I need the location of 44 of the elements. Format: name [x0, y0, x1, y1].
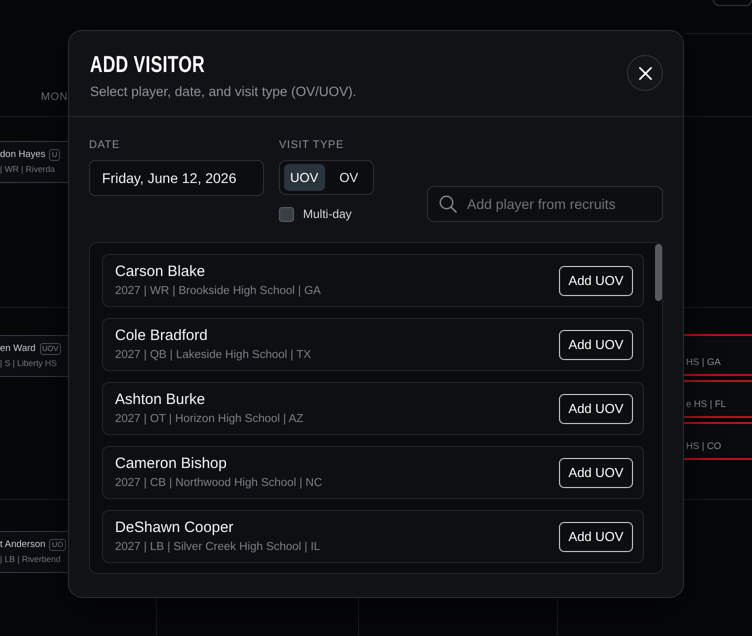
multi-day-label: Multi-day [303, 207, 352, 222]
dialog-subtitle: Select player, date, and visit type (OV/UOV). [90, 83, 356, 101]
close-icon [638, 66, 652, 80]
player-name: DeShawn Cooper [115, 518, 234, 536]
dialog-title: ADD VISITOR [90, 51, 205, 77]
date-field[interactable]: Friday, June 12, 2026 [89, 160, 264, 196]
day-header: MON [40, 90, 68, 104]
toolbar-button[interactable] [713, 0, 752, 6]
event-name: t Anderson [0, 538, 46, 551]
add-button[interactable]: Add UOV [559, 458, 633, 488]
add-button[interactable]: Add UOV [559, 330, 633, 360]
player-details: 2027 | OT | Horizon High School | AZ [115, 412, 304, 426]
visit-type-label: VISIT TYPE [279, 138, 345, 152]
search-icon [439, 195, 457, 213]
visit-type-option[interactable]: UOV [284, 164, 324, 191]
visit-type-option[interactable]: OV [328, 164, 369, 191]
event-card[interactable]: HS | GA [684, 334, 752, 376]
event-details: | WR | Riverda [0, 164, 55, 175]
date-label: DATE [89, 138, 121, 152]
player-name: Cole Bradford [115, 326, 208, 344]
event-details: e HS | FL [686, 399, 726, 411]
event-card[interactable]: HS | CO [684, 422, 752, 460]
event-name: don Hayes [0, 148, 46, 161]
search-field[interactable]: Add player from recruits [427, 186, 663, 222]
event-card[interactable]: e HS | FL [684, 380, 752, 418]
event-details: HS | GA [686, 357, 721, 369]
player-name: Ashton Burke [115, 390, 206, 408]
event-name: en Ward [0, 342, 36, 355]
visit-type-toggle[interactable]: UOV OV [279, 160, 374, 195]
close-button[interactable] [627, 55, 663, 91]
scrollbar-thumb[interactable] [655, 244, 662, 301]
player-details: 2027 | LB | Silver Creek High School | IL [115, 540, 320, 554]
player-name: Carson Blake [115, 262, 206, 280]
add-button[interactable]: Add UOV [559, 522, 633, 552]
player-details: 2027 | QB | Lakeside High School | TX [115, 348, 312, 362]
add-button[interactable]: Add UOV [559, 394, 633, 424]
add-button[interactable]: Add UOV [559, 266, 633, 296]
player-details: 2027 | CB | Northwood High School | NC [115, 476, 322, 490]
multi-day-checkbox[interactable] [279, 207, 294, 222]
event-details: | S | Liberty HS [0, 358, 57, 369]
event-details: HS | CO [686, 441, 722, 453]
player-name: Cameron Bishop [115, 454, 227, 472]
event-details: | LB | Riverbend [0, 554, 61, 565]
player-details: 2027 | WR | Brookside High School | GA [115, 284, 321, 298]
